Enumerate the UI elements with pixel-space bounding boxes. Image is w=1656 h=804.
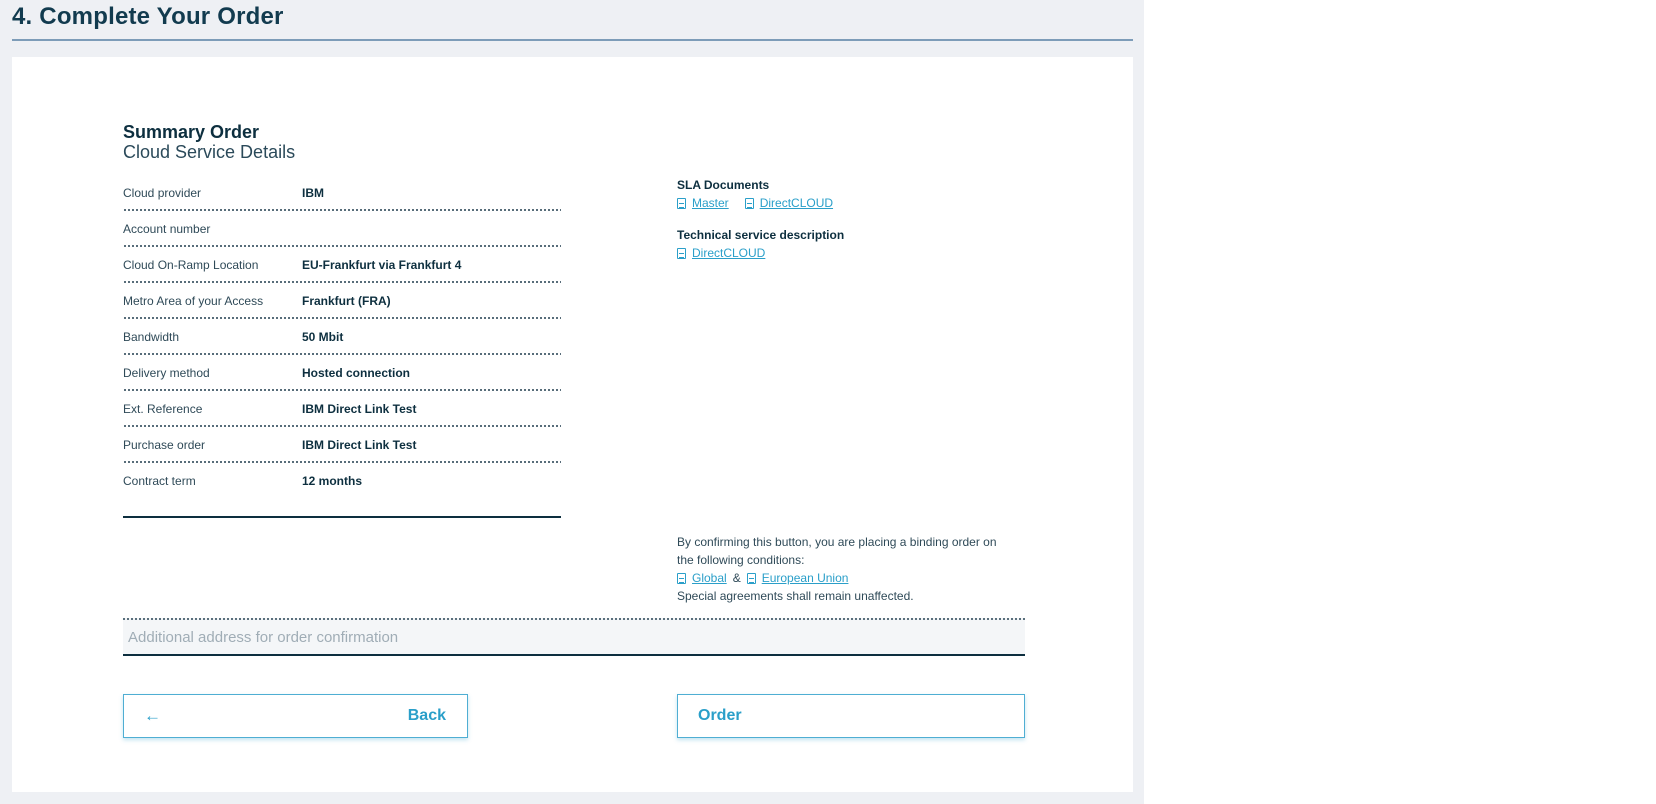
arrow-left-icon: ←	[144, 706, 161, 725]
sla-directcloud-link[interactable]: DirectCLOUD	[744, 194, 834, 212]
detail-label: Cloud On-Ramp Location	[123, 258, 259, 272]
order-card: Summary Order Cloud Service Details Clou…	[12, 57, 1133, 792]
detail-label: Contract term	[123, 474, 196, 488]
confirm-text-line2: the following conditions:	[677, 553, 805, 567]
eu-conditions-label: European Union	[761, 571, 849, 585]
detail-row-metro-area: Metro Area of your Access Frankfurt (FRA…	[123, 283, 561, 319]
global-conditions-label: Global	[692, 571, 727, 585]
sla-master-label: Master	[692, 196, 729, 210]
detail-value: Frankfurt (FRA)	[302, 294, 391, 308]
detail-label: Ext. Reference	[123, 402, 203, 416]
detail-value: IBM	[302, 186, 324, 200]
detail-label: Delivery method	[123, 366, 210, 380]
confirm-terms: By confirming this button, you are placi…	[677, 533, 1017, 605]
detail-value: IBM Direct Link Test	[302, 438, 417, 452]
detail-row-account-number: Account number	[123, 211, 561, 247]
order-panel: 4. Complete Your Order Summary Order Clo…	[0, 0, 1144, 804]
detail-value: 50 Mbit	[302, 330, 344, 344]
summary-heading: Summary Order	[123, 122, 260, 142]
tech-directcloud-label: DirectCLOUD	[692, 246, 766, 260]
tech-directcloud-link[interactable]: DirectCLOUD	[677, 244, 765, 262]
confirmation-email-container	[123, 618, 1025, 656]
tech-heading: Technical service description	[677, 228, 845, 242]
conditions-links: Global & European Union	[677, 569, 1017, 587]
confirm-text-line1: By confirming this button, you are placi…	[677, 535, 997, 549]
eu-conditions-link[interactable]: European Union	[746, 569, 849, 587]
ampersand: &	[732, 571, 741, 585]
back-button[interactable]: ← Back	[123, 694, 468, 738]
detail-row-purchase-order: Purchase order IBM Direct Link Test	[123, 427, 561, 463]
document-icon	[744, 197, 754, 209]
detail-row-ext-reference: Ext. Reference IBM Direct Link Test	[123, 391, 561, 427]
detail-row-bandwidth: Bandwidth 50 Mbit	[123, 319, 561, 355]
detail-label: Bandwidth	[123, 330, 180, 344]
detail-value: 12 months	[302, 474, 363, 488]
sla-directcloud-label: DirectCLOUD	[759, 196, 834, 210]
details-table: Cloud provider IBM Account number Cloud …	[123, 175, 561, 499]
documents-section: SLA Documents Master DirectCLOUD Technic…	[677, 177, 849, 262]
document-icon	[677, 197, 686, 209]
detail-value: EU-Frankfurt via Frankfurt 4	[302, 258, 462, 272]
tech-links: DirectCLOUD	[677, 244, 849, 262]
detail-label: Purchase order	[123, 438, 206, 452]
summary-subheading: Cloud Service Details	[123, 142, 296, 162]
detail-value: IBM Direct Link Test	[302, 402, 417, 416]
detail-label: Metro Area of your Access	[123, 294, 264, 308]
tech-description-block: Technical service description DirectCLOU…	[677, 227, 849, 262]
global-conditions-link[interactable]: Global	[677, 569, 727, 587]
confirm-text-line3: Special agreements shall remain unaffect…	[677, 589, 914, 603]
document-icon	[677, 572, 686, 584]
detail-label: Cloud provider	[123, 186, 202, 200]
sla-links: Master DirectCLOUD	[677, 194, 849, 212]
confirmation-email-input[interactable]	[123, 620, 1025, 654]
order-button-label: Order	[698, 707, 742, 724]
detail-row-contract-term: Contract term 12 months	[123, 463, 561, 499]
order-button[interactable]: Order	[677, 694, 1025, 738]
detail-row-delivery-method: Delivery method Hosted connection	[123, 355, 561, 391]
details-divider	[123, 516, 561, 518]
detail-row-on-ramp-location: Cloud On-Ramp Location EU-Frankfurt via …	[123, 247, 561, 283]
detail-row-cloud-provider: Cloud provider IBM	[123, 175, 561, 211]
sla-master-link[interactable]: Master	[677, 194, 729, 212]
page-title: 4. Complete Your Order	[12, 3, 284, 30]
title-divider	[12, 39, 1133, 41]
sla-heading: SLA Documents	[677, 178, 770, 192]
detail-label: Account number	[123, 222, 211, 236]
back-button-label: Back	[407, 707, 446, 724]
document-icon	[677, 247, 686, 259]
document-icon	[746, 572, 756, 584]
detail-value: Hosted connection	[302, 366, 411, 380]
